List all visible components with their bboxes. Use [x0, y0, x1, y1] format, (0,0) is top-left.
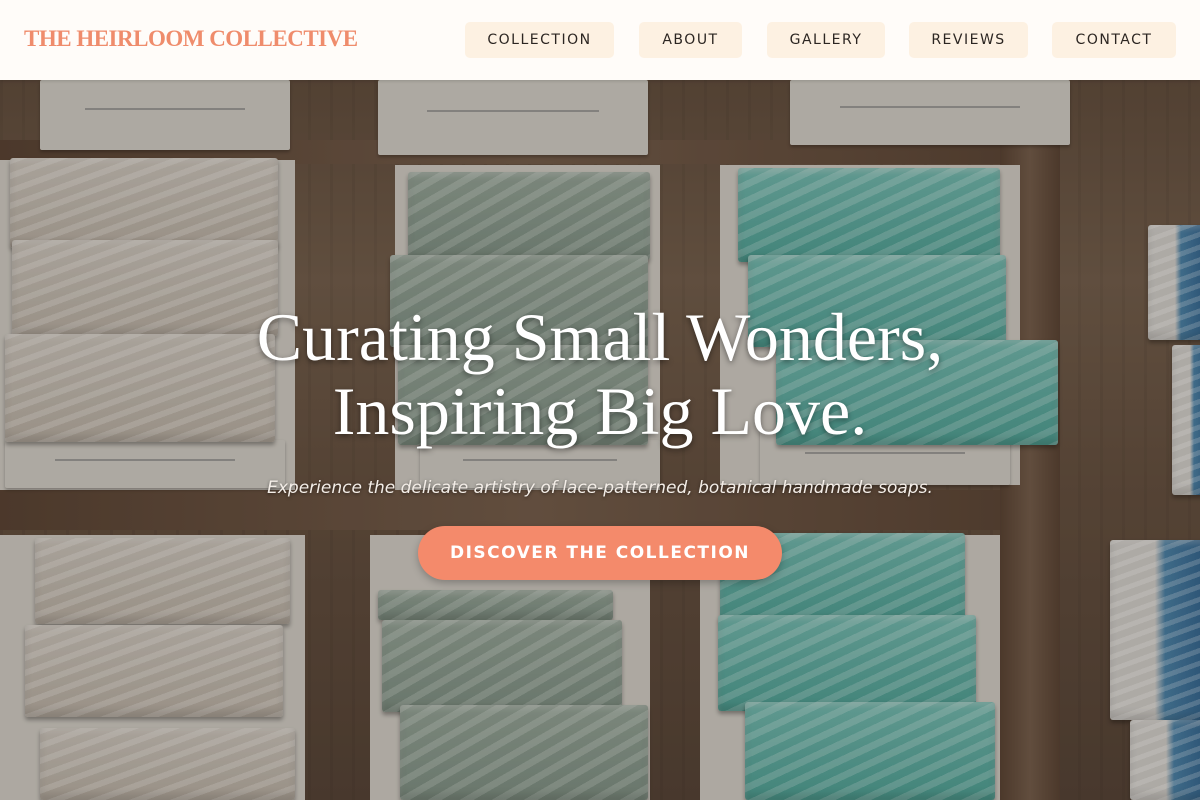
hero-title-line-2: Inspiring Big Love.	[332, 373, 868, 449]
nav-contact[interactable]: CONTACT	[1052, 22, 1176, 58]
hero-title: Curating Small Wonders, Inspiring Big Lo…	[0, 300, 1200, 448]
hero-subtitle: Experience the delicate artistry of lace…	[267, 478, 933, 498]
nav-reviews[interactable]: REVIEWS	[909, 22, 1028, 58]
hero-section: Curating Small Wonders, Inspiring Big Lo…	[0, 300, 1200, 580]
hero-title-line-1: Curating Small Wonders,	[256, 299, 944, 375]
brand-logo[interactable]: THE HEIRLOOM COLLECTIVE	[24, 26, 358, 52]
nav-collection[interactable]: COLLECTION	[465, 22, 614, 58]
site-header: THE HEIRLOOM COLLECTIVE COLLECTION ABOUT…	[0, 0, 1200, 80]
discover-collection-button[interactable]: DISCOVER THE COLLECTION	[418, 526, 782, 580]
page: THE HEIRLOOM COLLECTIVE COLLECTION ABOUT…	[0, 0, 1200, 800]
nav-gallery[interactable]: GALLERY	[767, 22, 885, 58]
nav-about[interactable]: ABOUT	[639, 22, 742, 58]
